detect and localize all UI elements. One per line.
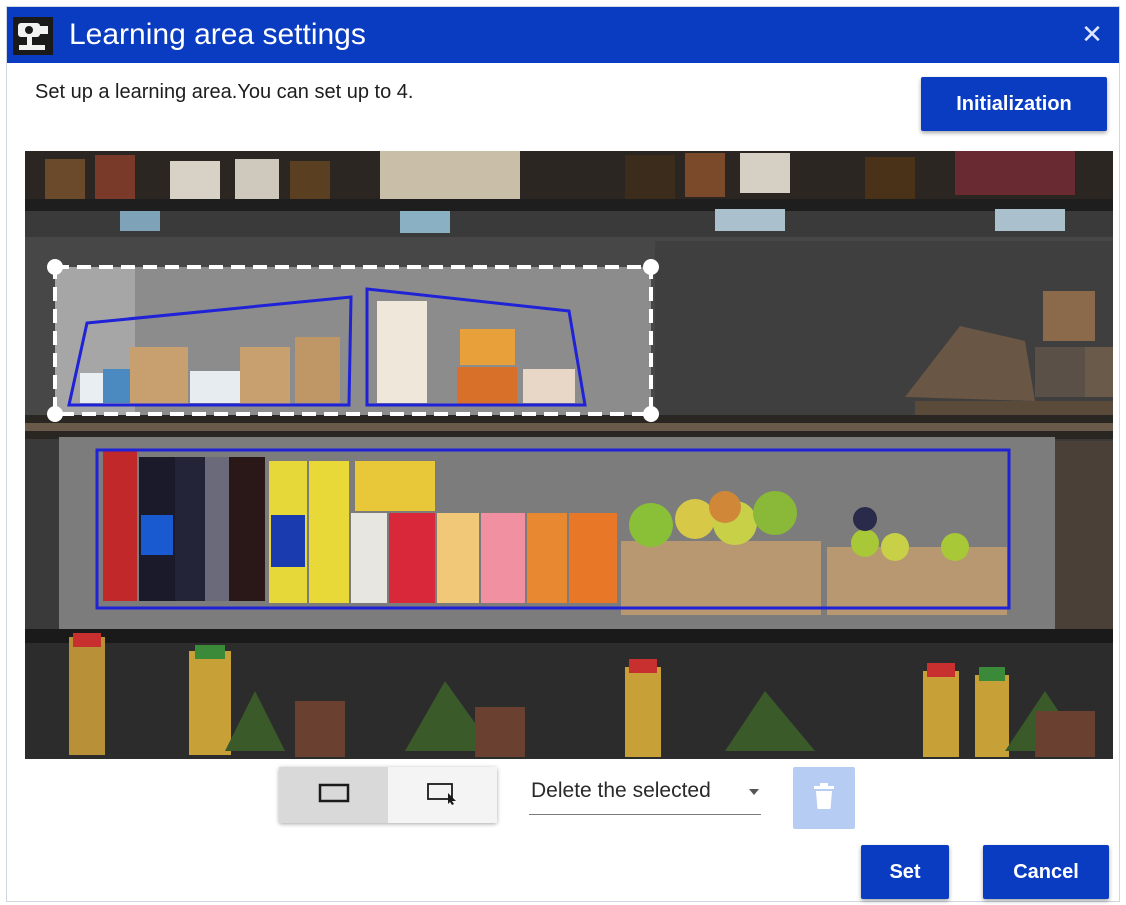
delete-region-button[interactable] — [793, 767, 855, 829]
select-region-icon — [426, 781, 460, 810]
dialog-title: Learning area settings — [69, 18, 366, 51]
rectangle-icon — [318, 782, 350, 809]
instruction-text: Set up a learning area.You can set up to… — [35, 81, 414, 103]
resize-handle-bottom-left — [47, 406, 63, 422]
draw-tool-group — [279, 767, 497, 823]
chevron-down-icon — [749, 789, 759, 795]
resize-handle-bottom-right — [643, 406, 659, 422]
resize-handle-top-right — [643, 259, 659, 275]
close-icon[interactable]: ✕ — [1079, 21, 1105, 47]
trash-icon — [813, 782, 835, 815]
rectangle-tool-button[interactable] — [279, 767, 388, 823]
dropdown-selected-value: Delete the selected — [531, 779, 711, 802]
set-button[interactable]: Set — [861, 845, 949, 899]
initialization-button[interactable]: Initialization — [921, 77, 1107, 131]
camera-settings-icon — [13, 17, 53, 55]
select-region-tool-button[interactable] — [388, 767, 497, 823]
learning-area-dialog: Learning area settings ✕ Set up a learni… — [6, 6, 1120, 902]
resize-handle-top-left — [47, 259, 63, 275]
delete-mode-dropdown[interactable]: Delete the selected — [529, 773, 761, 815]
store-shelf-camera-view — [25, 151, 1113, 759]
cancel-button[interactable]: Cancel — [983, 845, 1109, 899]
title-bar: Learning area settings ✕ — [7, 7, 1119, 63]
camera-image-canvas[interactable] — [25, 151, 1113, 759]
